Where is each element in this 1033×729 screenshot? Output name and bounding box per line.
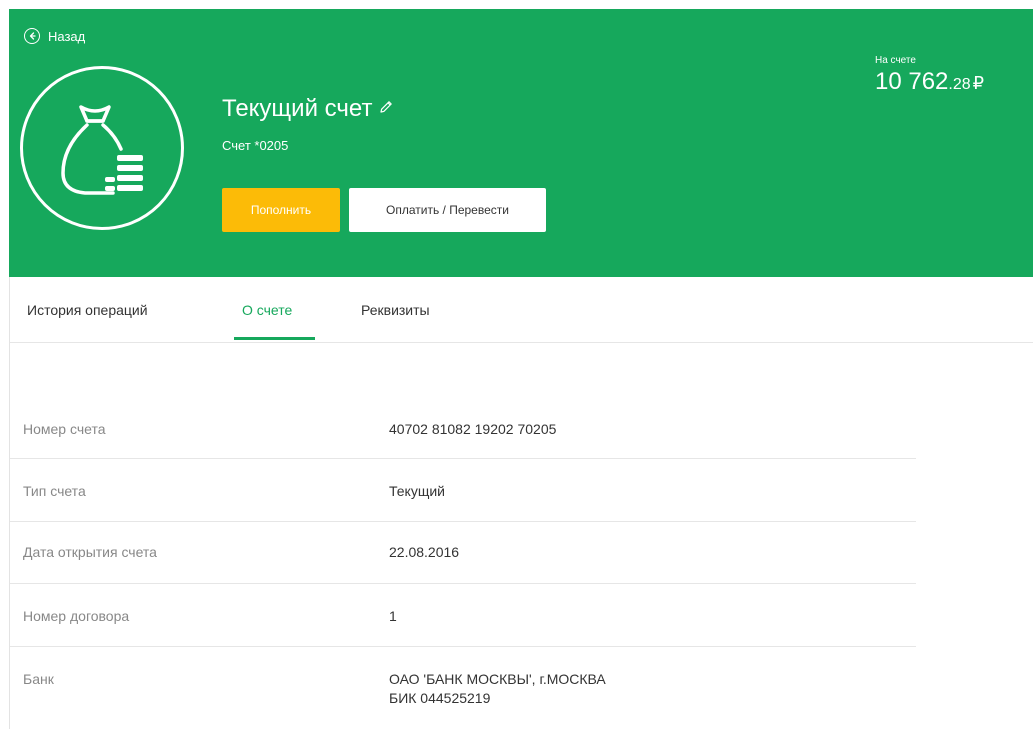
balance-amount: 10 762.28 ₽: [875, 68, 1030, 96]
money-bag-coins-icon: [20, 66, 184, 230]
detail-value: 40702 81082 19202 70205: [389, 421, 557, 437]
balance-integer: 10 762: [875, 68, 949, 95]
pencil-icon[interactable]: [378, 99, 394, 120]
account-header: Назад Текущий счет Счет *0205 Пополнить …: [9, 9, 1033, 277]
tab-bar: История операций О счете Реквизиты: [10, 277, 1033, 343]
balance-label: На счете: [875, 55, 916, 66]
balance-fraction: .28: [948, 76, 971, 93]
active-tab-indicator: [234, 337, 315, 340]
detail-label: Номер договора: [23, 608, 130, 624]
detail-value: 1: [389, 608, 397, 624]
detail-label: Дата открытия счета: [23, 544, 157, 560]
balance-block: На счете 10 762.28 ₽: [875, 55, 1030, 96]
tab-history[interactable]: История операций: [27, 302, 148, 318]
detail-value: Текущий: [389, 483, 445, 499]
detail-row-contract-number: Номер договора 1: [10, 584, 916, 647]
detail-value: ОАО 'БАНК МОСКВЫ', г.МОСКВА: [389, 671, 606, 687]
detail-label: Номер счета: [23, 421, 106, 437]
detail-label: Банк: [23, 671, 54, 687]
back-link[interactable]: Назад: [24, 28, 85, 44]
back-label: Назад: [48, 28, 86, 44]
topup-button[interactable]: Пополнить: [222, 188, 340, 232]
tab-about-account[interactable]: О счете: [242, 302, 292, 318]
account-short-number: Счет *0205: [222, 138, 289, 153]
currency-symbol: ₽: [972, 73, 985, 93]
detail-row-account-type: Тип счета Текущий: [10, 459, 916, 522]
detail-row-account-number: Номер счета 40702 81082 19202 70205: [10, 393, 916, 459]
page-title: Текущий счет: [222, 95, 373, 122]
detail-value-bik: БИК 044525219: [389, 690, 491, 706]
detail-value: 22.08.2016: [389, 544, 460, 560]
detail-row-bank: Банк ОАО 'БАНК МОСКВЫ', г.МОСКВА БИК 044…: [10, 647, 916, 729]
pay-transfer-button[interactable]: Оплатить / Перевести: [349, 188, 546, 232]
tab-requisites[interactable]: Реквизиты: [361, 302, 430, 318]
arrow-left-circle-icon: [24, 28, 40, 44]
detail-label: Тип счета: [23, 483, 86, 499]
detail-row-open-date: Дата открытия счета 22.08.2016: [10, 522, 916, 584]
